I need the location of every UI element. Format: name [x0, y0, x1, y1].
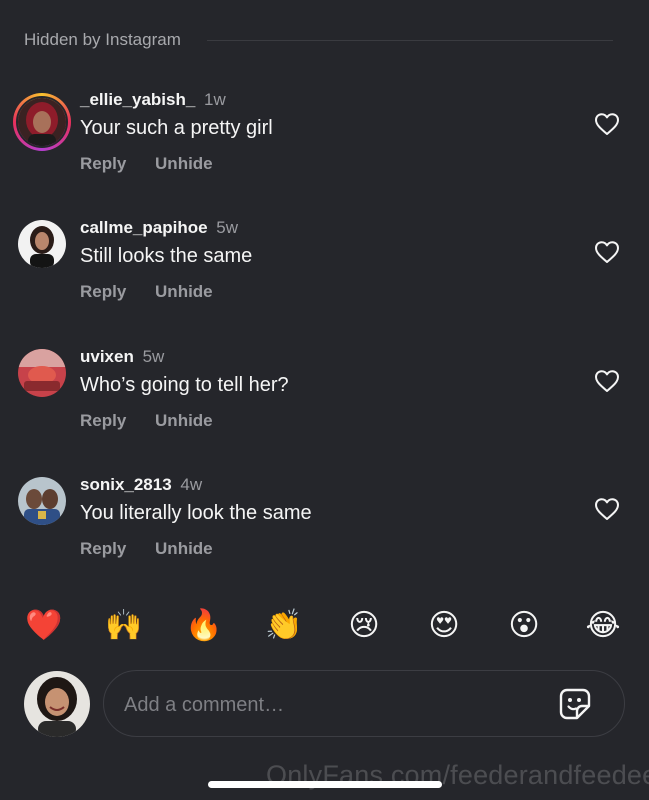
- comment-input[interactable]: [122, 685, 546, 725]
- comment-text: Still looks the same: [80, 245, 253, 267]
- comment-username[interactable]: uvixen: [80, 347, 134, 366]
- comment-item: uvixen 5w Who’s going to tell her? Reply…: [0, 347, 649, 467]
- comment-text: You literally look the same: [80, 502, 312, 524]
- avatar-photo: [18, 98, 66, 146]
- reaction-crying-face[interactable]: 😢: [342, 604, 386, 648]
- comment-time: 4w: [180, 475, 203, 494]
- unhide-button[interactable]: Unhide: [155, 539, 213, 558]
- comment-item: callme_papihoe 5w Still looks the same R…: [0, 218, 649, 338]
- avatar[interactable]: [18, 477, 66, 525]
- home-indicator[interactable]: [208, 781, 442, 788]
- unhide-button[interactable]: Unhide: [155, 282, 213, 301]
- comment-meta: callme_papihoe 5w: [80, 218, 238, 238]
- avatar[interactable]: [13, 93, 71, 151]
- section-divider: [206, 39, 613, 41]
- reply-button[interactable]: Reply: [80, 539, 126, 558]
- comment-actions: Reply Unhide: [80, 539, 213, 559]
- reaction-open-mouth[interactable]: 😮: [502, 604, 546, 648]
- comment-item: sonix_2813 4w You literally look the sam…: [0, 475, 649, 595]
- comment-username[interactable]: callme_papihoe: [80, 218, 208, 237]
- comment-meta: uvixen 5w: [80, 347, 164, 367]
- comment-text: Who’s going to tell her?: [80, 374, 289, 396]
- heart-outline-icon[interactable]: [594, 369, 620, 393]
- hidden-section-label: Hidden by Instagram: [24, 30, 181, 49]
- avatar-photo: [18, 349, 66, 397]
- avatar-photo: [24, 671, 90, 737]
- comment-actions: Reply Unhide: [80, 282, 213, 302]
- comment-item: _ellie_yabish_ 1w Your such a pretty gir…: [0, 90, 649, 210]
- unhide-button[interactable]: Unhide: [155, 411, 213, 430]
- heart-outline-icon[interactable]: [594, 112, 620, 136]
- comment-time: 5w: [142, 347, 165, 366]
- reaction-clapping-hands[interactable]: 👏: [262, 604, 306, 648]
- heart-outline-icon[interactable]: [594, 240, 620, 264]
- hidden-section-header: Hidden by Instagram: [24, 28, 613, 52]
- avatar-photo: [18, 477, 66, 525]
- current-user-avatar[interactable]: [24, 671, 90, 737]
- comment-username[interactable]: sonix_2813: [80, 475, 172, 494]
- comment-actions: Reply Unhide: [80, 411, 213, 431]
- comment-meta: sonix_2813 4w: [80, 475, 202, 495]
- comment-meta: _ellie_yabish_ 1w: [80, 90, 226, 110]
- comment-actions: Reply Unhide: [80, 154, 213, 174]
- reply-button[interactable]: Reply: [80, 282, 126, 301]
- comment-composer: [103, 670, 625, 737]
- reaction-fire[interactable]: 🔥: [182, 604, 226, 648]
- reaction-heart-eyes[interactable]: 😍: [422, 604, 466, 648]
- comment-text: Your such a pretty girl: [80, 117, 273, 139]
- quick-reactions-bar: ❤️ 🙌 🔥 👏 😢 😍 😮 😂: [0, 604, 649, 648]
- reply-button[interactable]: Reply: [80, 411, 126, 430]
- avatar[interactable]: [18, 349, 66, 397]
- avatar[interactable]: [18, 220, 66, 268]
- reaction-raising-hands[interactable]: 🙌: [102, 604, 146, 648]
- reaction-tears-of-joy[interactable]: 😂: [581, 604, 625, 648]
- comment-time: 1w: [204, 90, 226, 109]
- comment-username[interactable]: _ellie_yabish_: [80, 90, 195, 109]
- reaction-red-heart[interactable]: ❤️: [22, 604, 66, 648]
- comment-time: 5w: [216, 218, 239, 237]
- sticker-icon[interactable]: [558, 687, 592, 721]
- unhide-button[interactable]: Unhide: [155, 154, 213, 173]
- avatar-photo: [18, 220, 66, 268]
- reply-button[interactable]: Reply: [80, 154, 126, 173]
- heart-outline-icon[interactable]: [594, 497, 620, 521]
